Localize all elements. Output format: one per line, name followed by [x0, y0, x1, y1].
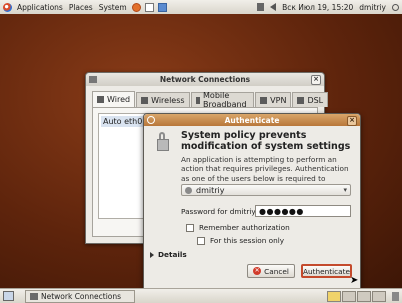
auth-close-button[interactable]: × [347, 116, 357, 126]
places-menu[interactable]: Places [66, 3, 96, 12]
user-avatar-icon [185, 186, 192, 194]
session-label: For this session only [210, 236, 285, 245]
network-taskbar-icon [30, 292, 38, 300]
details-label: Details [158, 250, 187, 259]
remember-label: Remember authorization [199, 223, 290, 232]
network-icon[interactable] [257, 3, 265, 11]
tab-mobile-broadband[interactable]: Mobile Broadband [190, 91, 255, 109]
system-menu[interactable]: System [96, 3, 130, 12]
cancel-button[interactable]: ✕ Cancel [247, 264, 295, 278]
remember-checkbox-box[interactable] [186, 223, 194, 232]
tab-wired-label: Wired [107, 95, 131, 104]
expander-arrow-icon [150, 251, 154, 258]
help-launcher-icon[interactable] [157, 2, 167, 12]
authenticate-button[interactable]: Authenticate [301, 264, 352, 278]
tab-vpn-label: VPN [270, 95, 287, 105]
show-desktop-icon[interactable] [3, 291, 14, 301]
keys-icon [147, 116, 155, 124]
mouse-cursor-icon: ➤ [350, 275, 359, 286]
tab-mobile-broadband-label: Mobile Broadband [203, 91, 247, 109]
vpn-icon [260, 96, 268, 104]
wired-icon [97, 96, 104, 103]
top-panel: Applications Places System Вск Июл 19, 1… [0, 0, 402, 15]
chevron-down-icon: ▾ [343, 186, 347, 194]
session-only-checkbox[interactable]: For this session only [197, 236, 284, 245]
lock-icon [156, 132, 170, 152]
mobile-broadband-icon [195, 96, 201, 104]
auth-heading: System policy prevents modification of s… [181, 130, 351, 152]
auth-titlebar[interactable]: Authenticate × [144, 114, 360, 126]
details-expander[interactable]: Details [150, 250, 187, 259]
tab-dsl[interactable]: DSL [292, 92, 329, 107]
tab-wireless[interactable]: Wireless [136, 92, 190, 107]
bottom-panel: Network Connections [0, 288, 402, 303]
workspace-2[interactable] [342, 290, 356, 302]
power-icon[interactable] [392, 3, 399, 11]
cancel-label: Cancel [264, 266, 289, 276]
workspace-switcher [326, 290, 386, 302]
network-window-close-button[interactable]: × [311, 75, 321, 85]
ubuntu-logo-icon[interactable] [3, 2, 12, 12]
mail-launcher-icon[interactable] [144, 2, 154, 12]
session-checkbox-box[interactable] [197, 236, 205, 245]
volume-icon[interactable] [270, 3, 277, 11]
authenticate-dialog: Authenticate × System policy prevents mo… [143, 113, 361, 289]
user-select[interactable]: dmitriy ▾ [181, 184, 351, 196]
cancel-icon: ✕ [253, 267, 262, 275]
tab-vpn[interactable]: VPN [255, 92, 292, 107]
workspace-3[interactable] [357, 290, 371, 302]
dsl-icon [297, 96, 305, 104]
panel-tray: Вск Июл 19, 15:20 dmitriy [254, 3, 402, 12]
password-field[interactable]: ●●●●●● [255, 205, 351, 217]
password-label: Password for dmitriy: [181, 207, 258, 216]
selected-user: dmitriy [196, 185, 225, 195]
network-window-icon [89, 76, 97, 83]
applications-menu[interactable]: Applications [14, 3, 66, 12]
network-window-title: Network Connections [159, 75, 251, 84]
auth-title: Authenticate [224, 115, 280, 125]
remember-authorization-checkbox[interactable]: Remember authorization [186, 223, 290, 232]
tab-dsl-label: DSL [307, 95, 324, 105]
wireless-icon [141, 96, 149, 104]
clock[interactable]: Вск Июл 19, 15:20 [282, 3, 353, 12]
workspace-1[interactable] [327, 290, 341, 302]
firefox-launcher-icon[interactable] [131, 2, 141, 12]
authenticate-label: Authenticate [303, 266, 350, 276]
trash-icon[interactable] [392, 291, 399, 301]
taskbar-label: Network Connections [41, 291, 122, 301]
tab-wireless-label: Wireless [151, 95, 185, 105]
workspace-4[interactable] [372, 290, 386, 302]
network-window-titlebar[interactable]: Network Connections × [86, 73, 324, 86]
taskbar-network-connections[interactable]: Network Connections [25, 289, 135, 303]
tab-wired[interactable]: Wired [92, 91, 136, 107]
connection-tabs: Wired Wireless Mobile Broadband VPN DSL [92, 91, 329, 109]
user-name[interactable]: dmitriy [359, 3, 386, 12]
